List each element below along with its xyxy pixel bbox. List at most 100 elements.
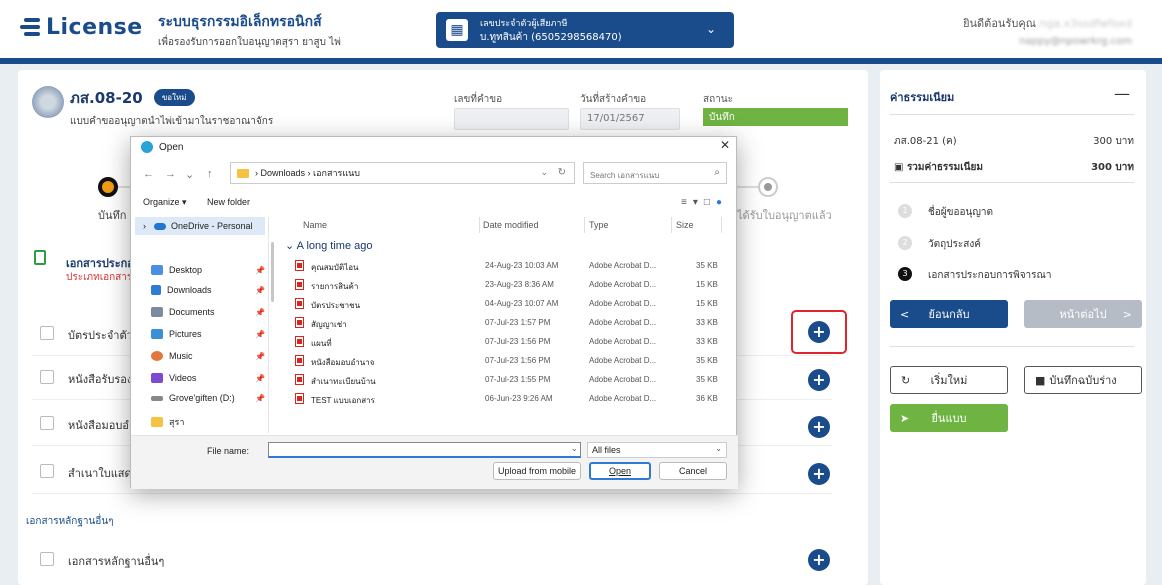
search-icon: ⌕ <box>714 167 720 178</box>
nav-pictures[interactable]: Pictures 📌 <box>151 329 265 339</box>
file-name: สัญญาเช่า <box>311 320 347 329</box>
doc-checkbox[interactable] <box>40 552 54 566</box>
filename-input[interactable] <box>268 442 581 458</box>
nav-videos[interactable]: Videos 📌 <box>151 373 265 383</box>
doc-checkbox[interactable] <box>40 326 54 340</box>
save-draft-button[interactable]: ■ บันทึกฉบับร่าง <box>1024 366 1142 394</box>
file-name: TEST แบบเอกสาร <box>311 396 375 405</box>
column-name[interactable]: Name <box>303 220 327 230</box>
back-arrow-icon[interactable]: ← <box>143 168 154 180</box>
add-file-button[interactable]: + <box>808 416 830 438</box>
upload-from-mobile-button[interactable]: Upload from mobile <box>493 462 581 480</box>
nav-folder-sura[interactable]: สุรา <box>151 415 184 429</box>
file-row[interactable]: รายการสินค้า 23-Aug-23 8:36 AM Adobe Acrob… <box>281 276 721 294</box>
file-row[interactable]: แผนที่ 07-Jul-23 1:56 PM Adobe Acrobat D..… <box>281 333 721 351</box>
pdf-icon <box>295 374 304 385</box>
nav-music[interactable]: Music 📌 <box>151 351 265 361</box>
file-name: คุณสมบัติไอน <box>311 263 359 272</box>
chevron-down-icon: ⌄ <box>705 22 716 36</box>
taxpayer-selector[interactable]: ▦ เลขประจำตัวผู้เสียภาษี บ.ทูทสินค้า (65… <box>436 12 734 48</box>
license-logo[interactable]: License <box>20 14 143 40</box>
status-label: สถานะ <box>703 94 733 105</box>
up-arrow-icon[interactable]: ↑ <box>207 168 213 180</box>
step-number-active: 3 <box>898 267 912 281</box>
onedrive-label: OneDrive - Personal <box>171 221 253 231</box>
doc-checkbox[interactable] <box>40 416 54 430</box>
file-row[interactable]: สัญญาเช่า 07-Jul-23 1:57 PM Adobe Acrobat … <box>281 314 721 332</box>
add-file-button[interactable]: + <box>808 549 830 571</box>
step-number: 1 <box>898 204 912 218</box>
doc-checkbox[interactable] <box>40 464 54 478</box>
status-badge: ขอใหม่ <box>153 89 195 106</box>
doc-label: หนังสือรับรอง <box>68 373 133 386</box>
reset-button[interactable]: ↻ เริ่มใหม่ <box>890 366 1008 394</box>
file-row[interactable]: บัตรประชาชน 04-Aug-23 10:07 AM Adobe Acrob… <box>281 295 721 313</box>
file-name: สำเนาทะเบียนบ้าน <box>311 377 376 386</box>
app-icon <box>141 141 153 153</box>
app-header: License ระบบธุรกรรมอิเล็กทรอนิกส์ เพื่อร… <box>0 0 1162 58</box>
search-box[interactable]: Search เอกสารแนบ ⌕ <box>583 162 727 184</box>
pin-icon: 📌 <box>255 329 265 339</box>
step-saved-label: บันทึก <box>98 209 127 222</box>
column-divider <box>721 217 722 233</box>
forward-arrow-icon[interactable]: → <box>165 168 176 180</box>
column-date[interactable]: Date modified <box>483 220 539 230</box>
step-label[interactable]: วัตถุประสงค์ <box>928 237 981 252</box>
file-row[interactable]: TEST แบบเอกสาร 06-Jun-23 9:26 AM Adobe Acr… <box>281 390 721 408</box>
fee-total-value: 300 บาท <box>1091 162 1134 173</box>
nav-scrollbar[interactable] <box>271 242 274 302</box>
path-downloads[interactable]: Downloads <box>261 168 306 178</box>
chevron-down-icon: ⌄ <box>715 444 722 453</box>
column-type[interactable]: Type <box>589 220 609 230</box>
recent-chevron-icon[interactable]: ⌄ <box>185 168 194 181</box>
pin-icon: 📌 <box>255 285 265 295</box>
collapse-button[interactable]: — <box>1114 84 1130 103</box>
nav-drive-d[interactable]: Grove'giften (D:) 📌 <box>151 393 265 403</box>
new-folder-button[interactable]: New folder <box>207 197 250 207</box>
refresh-icon[interactable]: ↻ <box>558 167 566 178</box>
nav-downloads[interactable]: Downloads 📌 <box>151 285 265 295</box>
file-type-select[interactable]: All files ⌄ <box>587 442 727 458</box>
pdf-icon <box>295 393 304 404</box>
next-button[interactable]: หน้าต่อไป > <box>1024 300 1142 328</box>
nav-onedrive[interactable]: › OneDrive - Personal <box>135 217 265 235</box>
chevron-down-icon: ⌄ <box>285 240 297 252</box>
step-label-active[interactable]: เอกสารประกอบการพิจารณา <box>928 268 1051 283</box>
group-header[interactable]: ⌄ A long time ago <box>285 239 373 252</box>
folder-icon <box>237 168 249 178</box>
back-button[interactable]: < ย้อนกลับ <box>890 300 1008 328</box>
view-icons[interactable]: ≡▾□● <box>681 197 728 208</box>
nav-desktop[interactable]: Desktop 📌 <box>151 265 265 275</box>
address-bar[interactable]: › Downloads › เอกสารแนบ ⌄ ↻ <box>230 162 575 184</box>
pin-icon: 📌 <box>255 393 265 403</box>
column-size[interactable]: Size <box>676 220 694 230</box>
file-type: Adobe Acrobat D... <box>589 356 657 365</box>
pin-icon: 📌 <box>255 307 265 317</box>
add-file-button[interactable]: + <box>808 463 830 485</box>
close-icon[interactable]: ✕ <box>720 138 730 152</box>
nav-label: Music <box>169 351 193 361</box>
doc-checkbox[interactable] <box>40 370 54 384</box>
open-button[interactable]: Open <box>589 462 651 480</box>
pdf-icon <box>295 298 304 309</box>
add-file-button[interactable]: + <box>808 369 830 391</box>
pdf-icon <box>295 279 304 290</box>
path-folder[interactable]: เอกสารแนบ <box>313 166 360 180</box>
file-name: แผนที่ <box>311 339 332 348</box>
doc-label: เอกสารหลักฐานอื่นๆ <box>68 555 165 568</box>
chevron-down-icon[interactable]: ⌄ <box>540 167 548 178</box>
file-date: 06-Jun-23 9:26 AM <box>485 394 553 403</box>
file-row[interactable]: หนังสือมอบอำนาจ 07-Jul-23 1:56 PM Adobe Ac… <box>281 352 721 370</box>
chevron-down-icon[interactable]: ⌄ <box>571 444 578 453</box>
step-label[interactable]: ชื่อผู้ขออนุญาต <box>928 205 993 220</box>
submit-button[interactable]: ➤ ยื่นแบบ <box>890 404 1008 432</box>
organize-menu[interactable]: Organize ▾ <box>143 197 187 208</box>
nav-label: Grove'giften (D:) <box>169 393 235 403</box>
column-divider <box>584 217 585 233</box>
file-row[interactable]: คุณสมบัติไอน 24-Aug-23 10:03 AM Adobe Acro… <box>281 257 721 275</box>
file-row[interactable]: สำเนาทะเบียนบ้าน 07-Jul-23 1:55 PM Adobe A… <box>281 371 721 389</box>
add-file-button[interactable]: + <box>808 321 830 343</box>
cancel-button[interactable]: Cancel <box>659 462 727 480</box>
file-type: Adobe Acrobat D... <box>589 299 657 308</box>
nav-documents[interactable]: Documents 📌 <box>151 307 265 317</box>
